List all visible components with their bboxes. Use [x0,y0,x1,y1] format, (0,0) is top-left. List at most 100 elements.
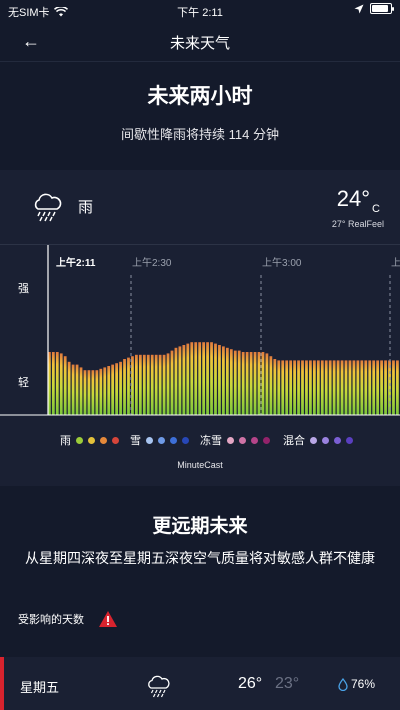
legend-dot [346,436,353,444]
precip-bar [107,366,111,415]
legend-snow-label: 雪 [130,435,141,447]
precip-bar [237,350,241,415]
precip-bar [257,352,261,415]
legend-ice-label: 冻雪 [200,435,222,447]
precip-bar [166,353,170,415]
precip-bar [249,352,253,415]
precip-bar [119,361,122,415]
chart-plot [0,245,400,416]
precip-bar [154,354,158,415]
precip-bar [142,354,146,415]
precip-bar [210,342,213,415]
legend-rain-label: 雨 [60,435,71,447]
precip-bar [182,345,186,415]
precip-bar [316,360,320,415]
precipitation-chart[interactable]: 上午2:11 上午2:30 上午3:00 上 强 轻 [0,244,400,419]
precip-bar [59,353,63,415]
precip-bar [214,343,217,415]
precip-bar [273,359,277,415]
precip-bar [87,370,91,415]
low-temperature: 23° [275,675,300,692]
status-bar: 无SIM卡 下午 2:11 [0,0,400,20]
location-icon [354,4,364,13]
precip-bar [293,360,296,415]
precip-bar [332,360,336,415]
precip-bar [328,360,332,415]
precip-bar [63,356,67,415]
daily-forecast-row[interactable]: 星期五 26° 23° 76% [0,657,400,710]
realfeel-temperature: 27° RealFeel [331,219,384,229]
precip-bar [71,364,75,415]
precip-bar [218,345,221,415]
precip-bar [146,354,150,415]
precip-bar [289,360,293,415]
precip-bar [376,360,380,415]
precip-bar [55,352,59,415]
precip-bar [138,354,142,415]
precip-bar [103,367,107,415]
precip-bar [190,342,194,415]
precip-bar [225,347,229,415]
legend-dot [100,436,107,444]
water-drop-icon [338,677,348,691]
precip-value: 76% [351,677,376,691]
precip-bar [269,356,273,415]
precip-bar [206,342,209,415]
precip-bar [222,346,225,415]
rain-duration-text: 间歇性降雨将持续 114 分钟 [121,127,279,142]
condition-label: 雨 [78,199,94,216]
warning-triangle-icon [99,611,117,627]
legend-dot [146,436,153,444]
precip-bar [388,360,391,415]
precip-bar [91,370,95,415]
section-title-further: 更远期未来 [152,516,248,537]
precip-bar [51,352,55,415]
minutecast-caption: MinuteCast [177,460,223,470]
battery-icon [370,3,394,14]
legend-rain: 雨 [60,432,119,448]
precip-bar [170,350,174,415]
legend-dot [239,436,246,444]
precip-bar [198,342,202,415]
precip-bar [324,360,328,415]
air-quality-description: 从星期四深夜至星期五深夜空气质量将对敏感人群不健康 [25,550,375,566]
precip-bar [344,360,348,415]
precip-bar [67,361,71,415]
legend-dot [263,436,270,444]
precip-bar [127,357,130,415]
day-label: 星期五 [20,680,60,695]
legend-ice: 冻雪 [200,432,270,448]
precip-bar [95,370,99,415]
precip-bar [186,343,190,415]
affected-days-row[interactable]: 受影响的天数 [18,610,118,628]
affected-days-label: 受影响的天数 [18,614,84,626]
precip-bar [340,360,344,415]
legend-snow: 雪 [130,432,189,448]
precip-bar [174,347,178,415]
current-temperature: 24° C [337,186,380,215]
section-title-two-hours: 未来两小时 [147,85,253,108]
legend-mix-label: 混合 [283,435,305,447]
page-title: 未来天气 [169,35,230,52]
precip-bar [150,354,154,415]
precip-bar [356,360,360,415]
legend-dot [170,436,177,444]
precip-bar [309,360,312,415]
precip-bar [253,352,257,415]
precip-bar [392,360,395,415]
precip-bar [241,352,245,415]
precip-bar [297,360,300,415]
temperature-value: 24° [336,186,371,211]
high-temperature: 26° [238,675,263,692]
precip-bar [158,354,162,415]
precip-bar [396,360,399,415]
precip-bar [336,360,340,415]
precip-bar [229,349,233,415]
precip-bar [79,367,83,415]
precip-bar [245,352,249,415]
precip-bar [111,364,115,415]
legend-dot [182,436,189,444]
legend-dot [76,436,83,444]
temperature-unit: C [372,203,380,215]
rain-cloud-icon [148,675,170,698]
